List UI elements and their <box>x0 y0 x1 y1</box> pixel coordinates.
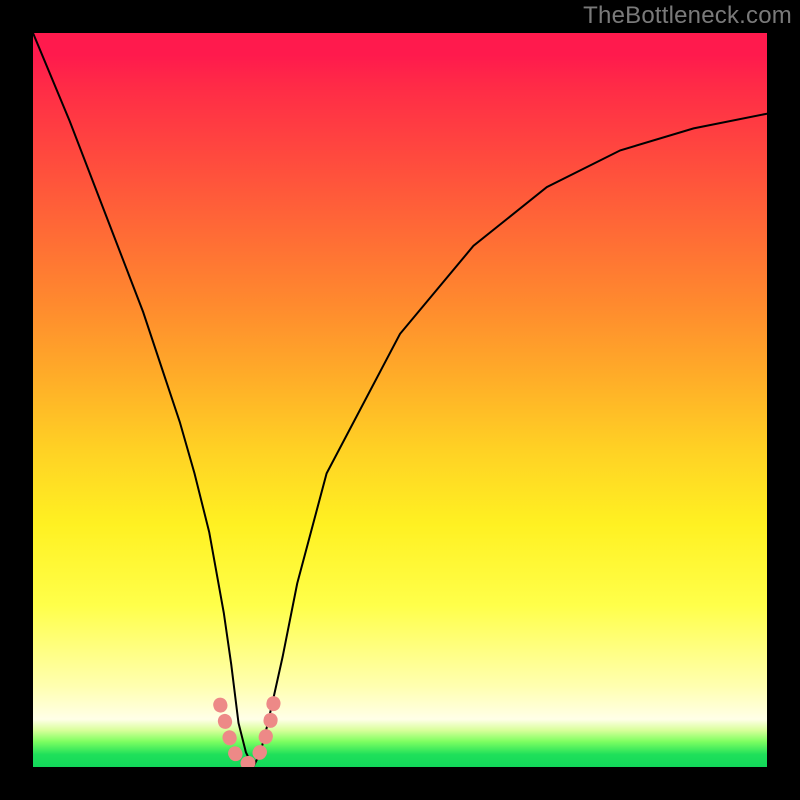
watermark-text: TheBottleneck.com <box>583 2 792 30</box>
curve-svg <box>33 33 767 767</box>
chart-frame: TheBottleneck.com <box>0 0 800 800</box>
plot-area <box>33 33 767 767</box>
bottleneck-curve <box>33 33 767 767</box>
